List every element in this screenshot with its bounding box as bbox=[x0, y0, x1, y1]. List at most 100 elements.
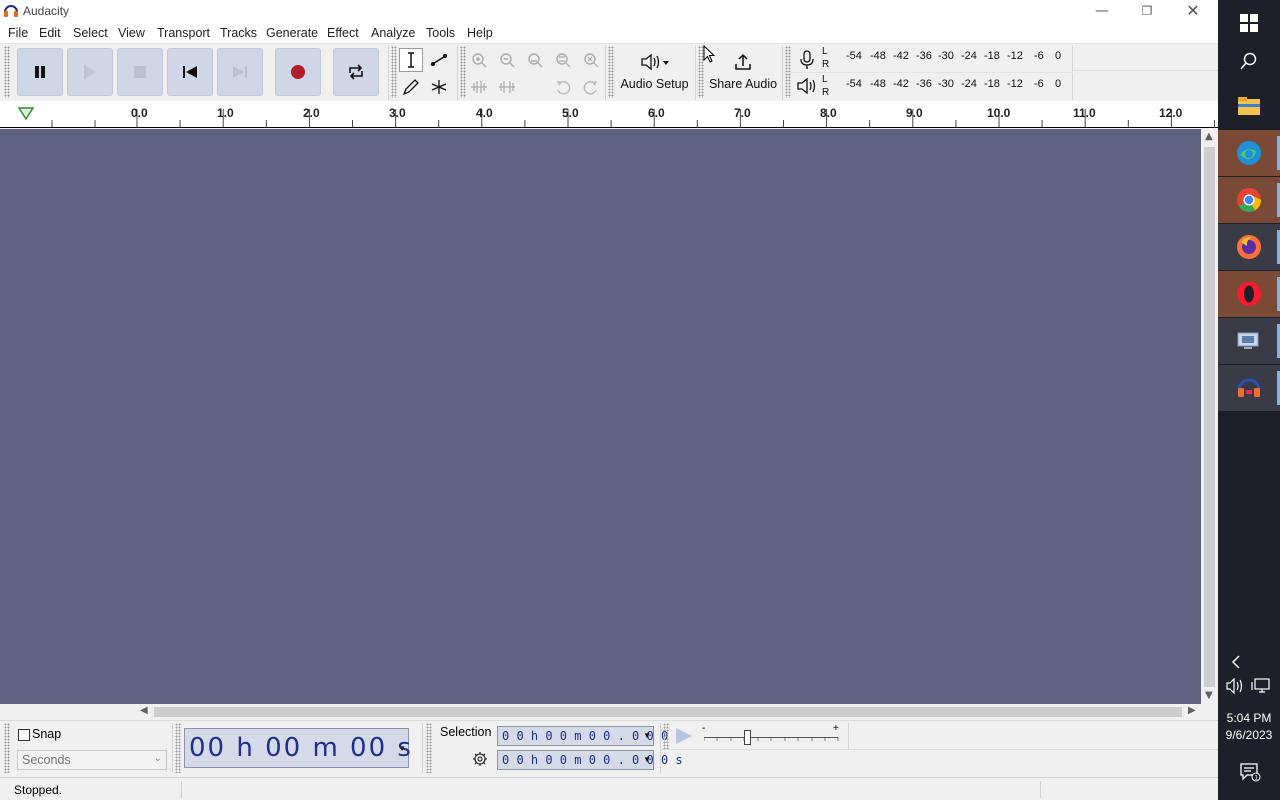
taskbar-file-explorer[interactable] bbox=[1218, 83, 1280, 129]
speaker-meter-icon[interactable] bbox=[796, 77, 818, 95]
close-button[interactable]: ✕ bbox=[1170, 0, 1216, 22]
audio-setup-toolbar-grip[interactable] bbox=[608, 46, 614, 98]
speed-slider-thumb[interactable] bbox=[744, 730, 751, 745]
meter-tick: -36 bbox=[916, 50, 932, 62]
taskbar-opera[interactable] bbox=[1218, 271, 1280, 317]
separator bbox=[660, 749, 1218, 750]
menu-transport[interactable]: Transport bbox=[157, 26, 210, 40]
meter-tick: -36 bbox=[916, 78, 932, 90]
envelope-tool[interactable] bbox=[427, 48, 451, 72]
separator bbox=[388, 46, 389, 100]
selection-tool[interactable] bbox=[399, 48, 423, 72]
share-audio-button[interactable]: Share Audio bbox=[706, 46, 780, 99]
pause-button[interactable] bbox=[17, 48, 63, 96]
menu-tracks[interactable]: Tracks bbox=[220, 26, 257, 40]
scroll-up-icon[interactable]: ▲ bbox=[1205, 131, 1213, 142]
loop-button[interactable] bbox=[333, 48, 379, 96]
zoom-in-button[interactable] bbox=[467, 48, 491, 72]
menu-select[interactable]: Select bbox=[73, 26, 108, 40]
envelope-tool-icon bbox=[430, 54, 448, 66]
menu-edit[interactable]: Edit bbox=[39, 26, 61, 40]
notifications-icon[interactable]: 1 bbox=[1239, 762, 1261, 782]
microphone-icon[interactable] bbox=[798, 50, 816, 70]
scroll-right-icon[interactable]: ▶ bbox=[1188, 705, 1196, 716]
vertical-scrollbar[interactable]: ▲ ▼ bbox=[1201, 129, 1218, 704]
meter-tick: -42 bbox=[893, 78, 909, 90]
record-meter[interactable]: -54 -48 -42 -36 -30 -24 -18 -12 -6 0 bbox=[830, 48, 1070, 66]
scroll-left-icon[interactable]: ◀ bbox=[140, 705, 148, 716]
minimize-button[interactable]: — bbox=[1079, 0, 1125, 22]
menu-view[interactable]: View bbox=[118, 26, 145, 40]
track-area[interactable] bbox=[0, 129, 1201, 704]
taskbar-clock-date[interactable]: 9/6/2023 bbox=[1218, 728, 1280, 742]
menu-generate[interactable]: Generate bbox=[266, 26, 318, 40]
horizontal-scroll-thumb[interactable] bbox=[154, 707, 1182, 717]
skip-to-start-button[interactable] bbox=[167, 48, 213, 96]
trim-audio-button[interactable] bbox=[467, 75, 491, 99]
taskbar-remote-desktop[interactable] bbox=[1218, 318, 1280, 364]
skip-to-end-button[interactable] bbox=[217, 48, 263, 96]
redo-button[interactable] bbox=[579, 75, 603, 99]
restore-button[interactable]: ❐ bbox=[1124, 0, 1170, 22]
play-at-speed-icon[interactable] bbox=[672, 726, 696, 746]
snap-units-select[interactable]: Seconds ⌄ bbox=[17, 750, 167, 770]
dropdown-arrow-icon[interactable]: ▼ bbox=[643, 731, 651, 740]
snap-checkbox[interactable] bbox=[18, 729, 30, 741]
multi-tool[interactable] bbox=[427, 75, 451, 99]
ruler-label: 0.0 bbox=[131, 106, 148, 120]
separator bbox=[660, 723, 661, 773]
taskbar-chrome[interactable] bbox=[1218, 177, 1280, 223]
taskbar-search-button[interactable] bbox=[1218, 38, 1280, 84]
fit-selection-button[interactable] bbox=[523, 48, 547, 72]
separator bbox=[605, 46, 606, 100]
selection-start-field[interactable]: 0 0 h 0 0 m 0 0 . 0 0 0 s ▼ bbox=[497, 726, 683, 746]
top-toolbars: Audio Setup Share Audio L R -54 -48 -42 … bbox=[0, 43, 1218, 101]
menu-help[interactable]: Help bbox=[467, 26, 493, 40]
scroll-down-icon[interactable]: ▼ bbox=[1205, 690, 1213, 701]
selection-toolbar-grip[interactable] bbox=[426, 723, 432, 773]
record-button[interactable] bbox=[275, 48, 321, 96]
volume-icon[interactable] bbox=[1226, 678, 1244, 694]
ruler-label: 11.0 bbox=[1073, 106, 1096, 120]
taskbar-firefox[interactable] bbox=[1218, 224, 1280, 270]
menu-effect[interactable]: Effect bbox=[327, 26, 359, 40]
playback-meter[interactable]: -54 -48 -42 -36 -30 -24 -18 -12 -6 0 bbox=[830, 76, 1070, 94]
play-button[interactable] bbox=[67, 48, 113, 96]
opera-icon bbox=[1237, 282, 1261, 306]
separator bbox=[695, 46, 696, 100]
zoom-toggle-icon bbox=[584, 53, 599, 68]
snap-toolbar-grip[interactable] bbox=[4, 723, 10, 773]
taskbar-clock-time[interactable]: 5:04 PM bbox=[1218, 711, 1280, 725]
meter-tick: -54 bbox=[846, 50, 862, 62]
undo-button[interactable] bbox=[551, 75, 575, 99]
ruler-label: 7.0 bbox=[734, 106, 751, 120]
dropdown-arrow-icon[interactable]: ▼ bbox=[643, 755, 651, 764]
edit-toolbar-grip[interactable] bbox=[460, 46, 466, 98]
tools-toolbar-grip[interactable] bbox=[391, 46, 397, 98]
playback-speed-slider[interactable]: - + bbox=[702, 723, 842, 750]
stop-button[interactable] bbox=[117, 48, 163, 96]
gear-icon[interactable] bbox=[472, 751, 488, 767]
draw-tool[interactable] bbox=[399, 75, 423, 99]
silence-audio-button[interactable] bbox=[495, 75, 519, 99]
time-toolbar-grip[interactable] bbox=[175, 723, 181, 773]
transport-toolbar-grip[interactable] bbox=[4, 46, 10, 98]
zoom-toggle-button[interactable] bbox=[579, 48, 603, 72]
timeline-ruler[interactable]: 0.0 1.0 2.0 3.0 4.0 5.0 6.0 7.0 8.0 9.0 … bbox=[0, 101, 1218, 128]
network-icon[interactable] bbox=[1251, 678, 1271, 694]
play-at-speed-toolbar-grip[interactable] bbox=[663, 723, 669, 749]
zoom-out-button[interactable] bbox=[495, 48, 519, 72]
menu-tools[interactable]: Tools bbox=[426, 26, 455, 40]
fit-project-button[interactable] bbox=[551, 48, 575, 72]
menu-analyze[interactable]: Analyze bbox=[371, 26, 415, 40]
time-display[interactable]: 00 h 00 m 00 s ▼ bbox=[184, 728, 411, 768]
horizontal-scrollbar[interactable]: ◀ ▶ bbox=[136, 704, 1201, 719]
time-format-dropdown-icon[interactable]: ▼ bbox=[398, 744, 406, 753]
show-hidden-icons-icon[interactable] bbox=[1230, 655, 1242, 669]
audio-setup-button[interactable]: Audio Setup bbox=[617, 46, 692, 99]
taskbar-edge[interactable] bbox=[1218, 130, 1280, 176]
taskbar-audacity[interactable] bbox=[1218, 365, 1280, 411]
vertical-scroll-thumb[interactable] bbox=[1204, 147, 1215, 687]
menu-file[interactable]: File bbox=[8, 26, 28, 40]
selection-end-field[interactable]: 0 0 h 0 0 m 0 0 . 0 0 0 s ▼ bbox=[497, 750, 683, 770]
